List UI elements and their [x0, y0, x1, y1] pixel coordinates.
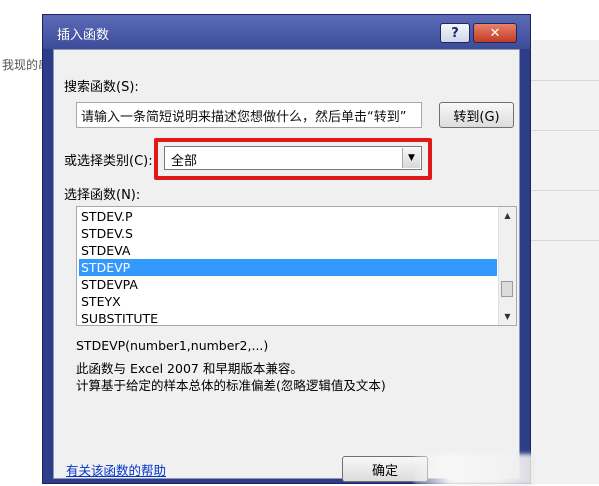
search-function-label: 搜索函数(S):: [64, 80, 139, 95]
list-item[interactable]: STDEV.P: [79, 208, 497, 225]
list-item[interactable]: STDEVPA: [79, 276, 497, 293]
list-item[interactable]: STDEVA: [79, 242, 497, 259]
dialog-title: 插入函数: [57, 28, 110, 43]
function-description: 计算基于给定的样本总体的标准偏差(忽略逻辑值及文本): [76, 378, 386, 393]
list-item-selected[interactable]: STDEVP: [79, 259, 497, 276]
help-icon: ?: [451, 25, 459, 41]
function-list-label: 选择函数(N):: [64, 188, 141, 203]
close-icon: ✕: [489, 25, 501, 41]
goto-button[interactable]: 转到(G): [439, 102, 514, 128]
highlight-annotation-box: [154, 138, 432, 180]
search-function-input[interactable]: 请输入一条简短说明来描述您想做什么，然后单击“转到”: [76, 102, 422, 128]
list-item[interactable]: STEYX: [79, 293, 497, 310]
function-list[interactable]: STDEV.P STDEV.S STDEVA STDEVP STDEVPA ST…: [76, 206, 517, 326]
background-ribbon-panel: [520, 40, 599, 484]
function-syntax: STDEVP(number1,number2,...): [76, 338, 269, 353]
dialog-titlebar: 插入函数 ? ✕: [43, 15, 530, 49]
list-item[interactable]: STDEV.S: [79, 225, 497, 242]
dialog-body: 搜索函数(S): 请输入一条简短说明来描述您想做什么，然后单击“转到” 转到(G…: [53, 49, 534, 486]
close-button[interactable]: ✕: [473, 23, 517, 43]
category-label: 或选择类别(C):: [64, 154, 153, 169]
list-item[interactable]: SUBSTITUTE: [79, 310, 497, 327]
scroll-up-icon[interactable]: ▲: [499, 207, 516, 224]
scroll-down-icon[interactable]: ▼: [499, 308, 516, 325]
help-button[interactable]: ?: [440, 23, 470, 43]
scrollbar-thumb[interactable]: [501, 281, 513, 297]
insert-function-dialog: 插入函数 ? ✕ 搜索函数(S): 请输入一条简短说明来描述您想做什么，然后单击…: [42, 14, 534, 486]
function-help-link[interactable]: 有关该函数的帮助: [66, 460, 166, 479]
blurred-region: [414, 454, 534, 486]
function-list-scrollbar[interactable]: ▲ ▼: [498, 207, 516, 325]
